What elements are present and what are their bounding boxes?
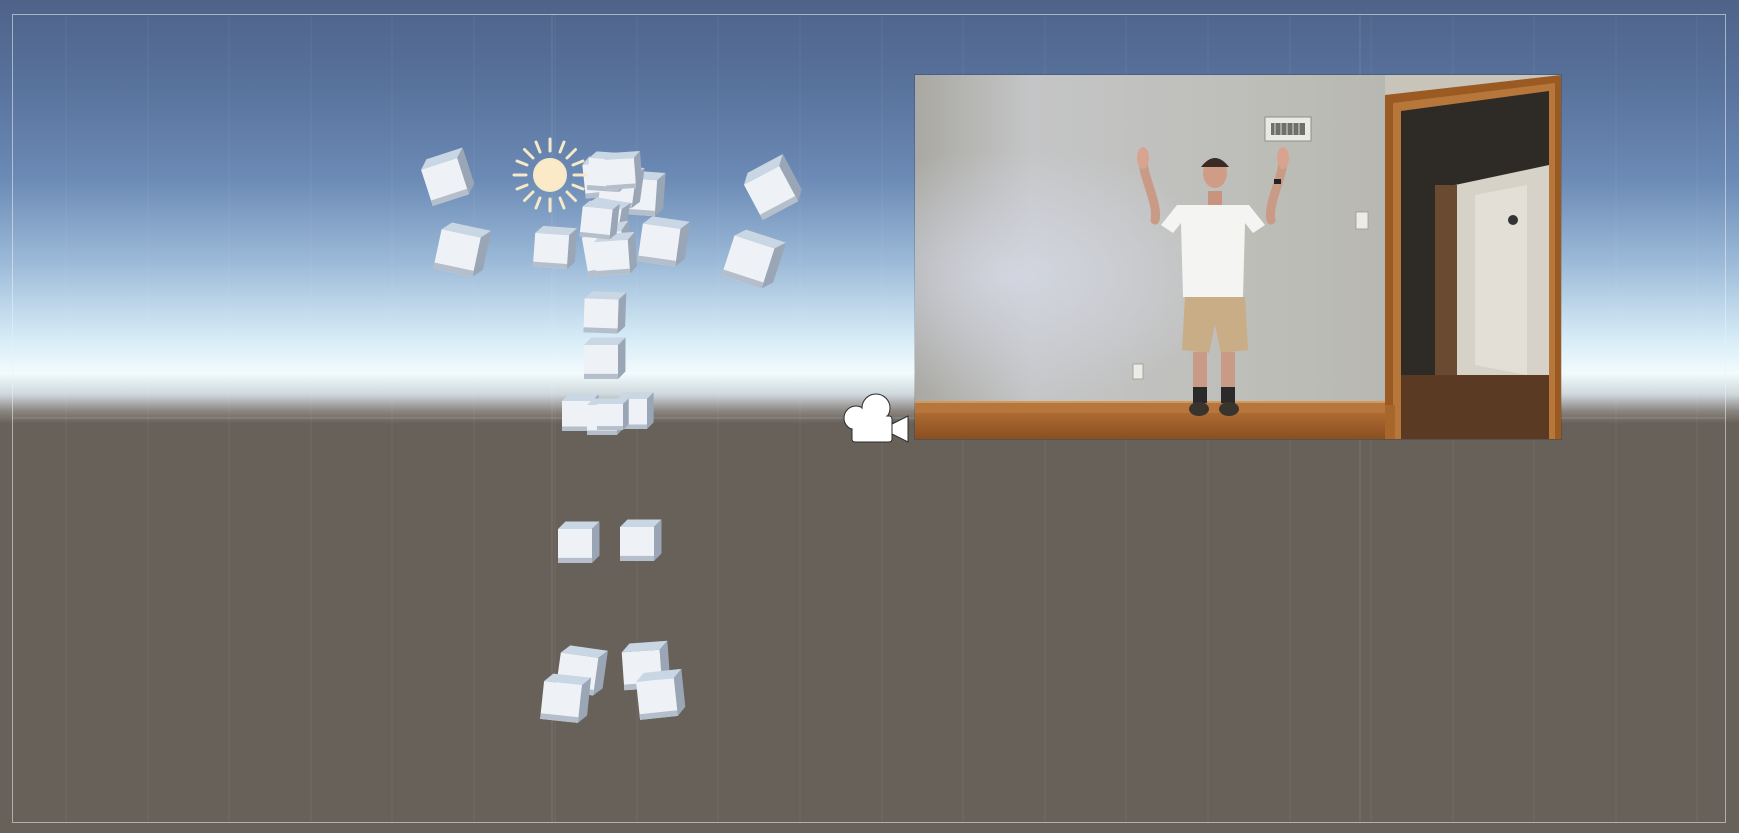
joint-cube[interactable]: [532, 225, 578, 270]
joint-cube[interactable]: [620, 519, 662, 561]
joint-cube[interactable]: [597, 398, 629, 430]
joint-cube[interactable]: [637, 215, 690, 267]
joint-cube[interactable]: [583, 291, 627, 334]
joint-cube[interactable]: [558, 521, 600, 563]
joint-cube[interactable]: [418, 147, 476, 206]
joint-cube[interactable]: [433, 221, 492, 279]
camera-icon[interactable]: [838, 392, 910, 446]
joint-cube[interactable]: [603, 150, 643, 191]
video-frame-image: [915, 75, 1561, 439]
joint-cube[interactable]: [721, 227, 787, 292]
joint-cube[interactable]: [740, 154, 806, 221]
joint-cube[interactable]: [540, 673, 592, 724]
video-feed-panel: [915, 75, 1561, 439]
joint-cube[interactable]: [584, 337, 626, 379]
joint-cube[interactable]: [593, 231, 638, 277]
sun-icon[interactable]: [512, 137, 588, 213]
joint-cube[interactable]: [635, 668, 686, 720]
scene-viewport[interactable]: [0, 0, 1739, 833]
